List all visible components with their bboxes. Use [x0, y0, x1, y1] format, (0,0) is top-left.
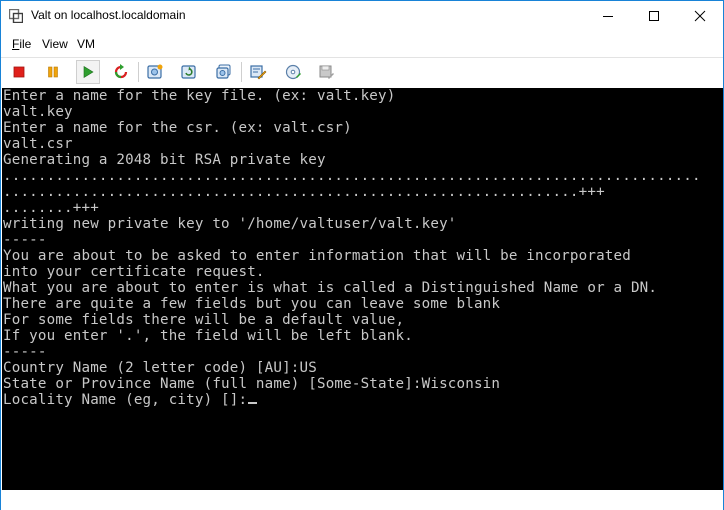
console-line: ........+++: [3, 200, 99, 216]
console-line: There are quite a few fields but you can…: [3, 296, 501, 312]
minimize-button[interactable]: [585, 1, 631, 31]
cd-icon: [285, 64, 301, 80]
toolbar-separator: [241, 62, 242, 82]
window-title: Valt on localhost.localdomain: [31, 8, 186, 22]
reset-icon: [114, 64, 128, 79]
console-line: into your certificate request.: [3, 264, 265, 280]
console-line: Generating a 2048 bit RSA private key: [3, 152, 326, 168]
snapshot-icon: [147, 64, 163, 79]
reset-button[interactable]: [109, 60, 133, 84]
menu-vm-label: VM: [77, 37, 95, 51]
connect-floppy-button[interactable]: [314, 60, 338, 84]
revert-snapshot-icon: [181, 65, 196, 79]
console-prompt-line[interactable]: Locality Name (eg, city) []:: [3, 392, 258, 408]
stop-square-icon: [13, 66, 25, 78]
maximize-button[interactable]: [631, 1, 677, 31]
manage-snapshots-icon: [216, 64, 231, 79]
console-line: If you enter '.', the field will be left…: [3, 328, 413, 344]
text-cursor: [248, 402, 258, 404]
suspend-button[interactable]: [41, 60, 65, 84]
console-line: State or Province Name (full name) [Some…: [3, 376, 501, 392]
toolbar: [1, 57, 723, 87]
status-bar: [1, 490, 723, 510]
menu-file-label: ile: [19, 37, 32, 51]
console-prompt-text: Locality Name (eg, city) []:: [3, 392, 248, 408]
console-line: valt.csr: [3, 136, 73, 152]
revert-snapshot-button[interactable]: [177, 60, 201, 84]
menu-vm[interactable]: VM: [77, 37, 95, 51]
pause-icon: [48, 66, 58, 78]
close-button[interactable]: [677, 1, 723, 31]
floppy-icon: [319, 65, 334, 79]
console-line: -----: [3, 344, 47, 360]
console-line: ........................................…: [3, 168, 701, 184]
console-line: Enter a name for the key file. (ex: valt…: [3, 88, 396, 104]
edit-settings-icon: [250, 65, 267, 80]
console-line: For some fields there will be a default …: [3, 312, 405, 328]
power-on-button[interactable]: [76, 60, 100, 84]
vm-console-screen[interactable]: Enter a name for the key file. (ex: valt…: [2, 88, 723, 490]
menu-file[interactable]: File: [12, 37, 31, 51]
power-off-button[interactable]: [7, 60, 31, 84]
connect-cd-button[interactable]: [281, 60, 305, 84]
maximize-icon: [649, 11, 659, 21]
menu-view-label: View: [42, 37, 68, 51]
minimize-icon: [603, 16, 613, 17]
menu-view[interactable]: View: [42, 37, 68, 51]
console-line: What you are about to enter is what is c…: [3, 280, 658, 296]
menu-bar: File View VM: [1, 33, 723, 55]
console-line: You are about to be asked to enter infor…: [3, 248, 631, 264]
snapshot-button[interactable]: [143, 60, 167, 84]
console-line: -----: [3, 232, 47, 248]
console-line: Country Name (2 letter code) [AU]:US: [3, 360, 317, 376]
console-line: writing new private key to '/home/valtus…: [3, 216, 457, 232]
vm-console-window: Valt on localhost.localdomain File View …: [0, 0, 724, 510]
console-line: ........................................…: [3, 184, 605, 200]
close-icon: [694, 10, 706, 22]
edit-settings-button[interactable]: [246, 60, 270, 84]
play-icon: [83, 65, 94, 79]
manage-snapshots-button[interactable]: [212, 60, 236, 84]
toolbar-separator: [138, 62, 139, 82]
title-bar[interactable]: Valt on localhost.localdomain: [1, 1, 723, 31]
vmware-icon: [8, 8, 24, 24]
console-line: Enter a name for the csr. (ex: valt.csr): [3, 120, 352, 136]
console-line: valt.key: [3, 104, 73, 120]
